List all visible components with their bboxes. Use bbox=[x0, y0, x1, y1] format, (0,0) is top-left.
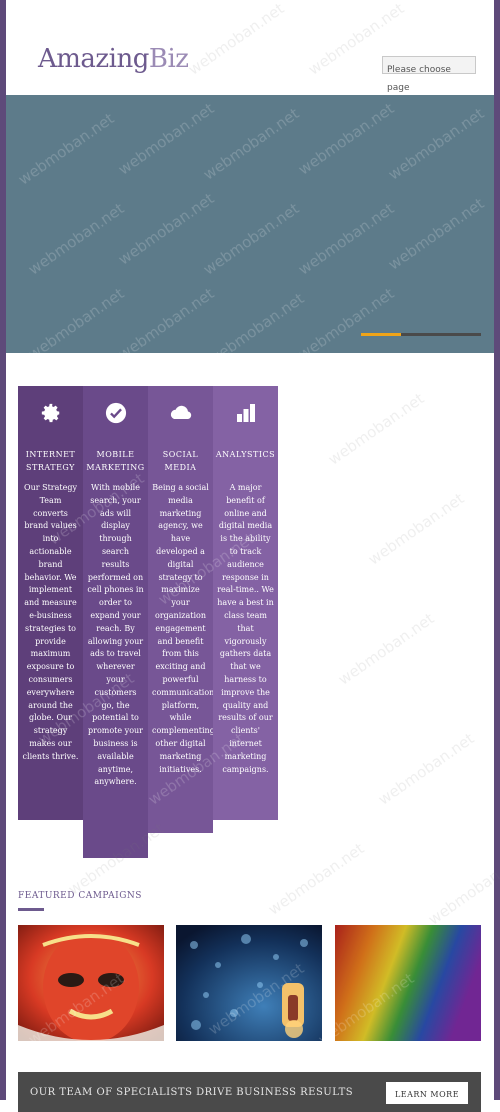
watermark-text: webmoban.net bbox=[265, 839, 368, 919]
campaign-thumbnail-rainbow[interactable] bbox=[335, 925, 481, 1041]
feature-social-media: SOCIAL MEDIA Being a social media market… bbox=[148, 386, 215, 833]
feature-title: SOCIAL MEDIA bbox=[162, 450, 199, 472]
watermark-text: webmoban.net bbox=[325, 389, 428, 469]
slider-indicator-active[interactable] bbox=[361, 333, 401, 336]
feature-text: A major benefit of online and digital me… bbox=[217, 483, 274, 774]
learn-more-button[interactable]: LEARN MORE bbox=[386, 1082, 468, 1104]
watermark-text: webmoban.net bbox=[365, 489, 468, 569]
feature-mobile-marketing: MOBILE MARKETING With mobile search, you… bbox=[83, 386, 148, 858]
bar-chart-icon bbox=[213, 386, 278, 440]
logo-main-text: Amazing bbox=[38, 44, 149, 74]
slider-indicator[interactable] bbox=[361, 333, 481, 336]
page-select-dropdown[interactable]: Please choose page bbox=[382, 56, 476, 93]
watermark-text: webmoban.net bbox=[185, 0, 288, 79]
logo-sub-text: Biz bbox=[148, 44, 189, 74]
feature-analystics: ANALYSTICS A major benefit of online and… bbox=[213, 386, 278, 820]
cloud-icon bbox=[148, 386, 213, 440]
feature-title: INTERNET STRATEGY bbox=[25, 450, 76, 472]
campaign-thumbnail-mask[interactable] bbox=[18, 925, 164, 1041]
feature-title: ANALYSTICS bbox=[215, 450, 276, 459]
heading-underline bbox=[18, 908, 44, 911]
right-frame-border bbox=[494, 0, 500, 1100]
gear-icon bbox=[18, 386, 83, 440]
watermark-text: webmoban.net bbox=[335, 609, 438, 689]
feature-text: Our Strategy Team converts brand values … bbox=[22, 483, 79, 761]
logo[interactable]: AmazingBiz bbox=[38, 44, 189, 74]
feature-text: Being a social media marketing agency, w… bbox=[152, 483, 215, 774]
featured-campaigns-heading: FEATURED CAMPAIGNS bbox=[18, 891, 142, 901]
hero-banner bbox=[6, 95, 494, 353]
feature-internet-strategy: INTERNET STRATEGY Our Strategy Team conv… bbox=[18, 386, 83, 820]
check-circle-icon bbox=[83, 386, 148, 440]
campaign-thumbnail-bokeh[interactable] bbox=[176, 925, 322, 1041]
feature-title: MOBILE MARKETING bbox=[86, 450, 145, 472]
cta-bar: OUR TEAM OF SPECIALISTS DRIVE BUSINESS R… bbox=[18, 1072, 481, 1112]
feature-text: With mobile search, your ads will displa… bbox=[87, 483, 144, 787]
watermark-text: webmoban.net bbox=[375, 729, 478, 809]
watermark-text: webmoban.net bbox=[425, 849, 500, 929]
slider-indicator-rest[interactable] bbox=[401, 333, 481, 336]
cta-text: OUR TEAM OF SPECIALISTS DRIVE BUSINESS R… bbox=[30, 1087, 354, 1098]
